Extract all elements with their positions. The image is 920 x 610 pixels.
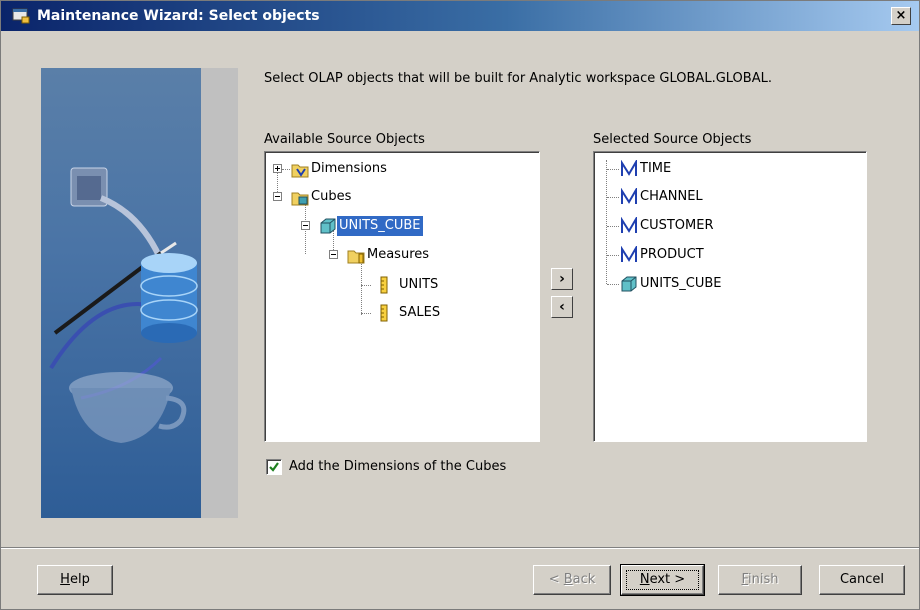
add-selected-button[interactable]: › (551, 268, 573, 290)
selected-objects-label: Selected Source Objects (593, 132, 752, 147)
tree-item-label: UNITS_CUBE (336, 215, 424, 237)
dimension-icon (621, 217, 637, 233)
add-dimensions-checkbox[interactable] (266, 459, 282, 475)
instruction-text: Select OLAP objects that will be built f… (264, 71, 772, 86)
dimension-icon (621, 160, 637, 176)
close-button[interactable]: × (891, 7, 911, 25)
wizard-side-image (41, 68, 238, 518)
collapse-icon[interactable] (329, 250, 338, 259)
tree-item-label: Dimensions (311, 161, 387, 176)
cube-icon (320, 218, 336, 234)
available-objects-tree[interactable]: Dimensions Cubes UNITS_CUBE Measures UNI… (264, 151, 540, 442)
checkmark-icon (269, 462, 279, 472)
button-separator (1, 547, 919, 549)
tree-item-label: UNITS_CUBE (640, 276, 722, 291)
collapse-icon[interactable] (273, 192, 282, 201)
selected-item-customer[interactable]: CUSTOMER (598, 215, 818, 237)
measures-folder-icon (347, 250, 365, 264)
wizard-app-icon (12, 8, 30, 24)
cubes-folder-icon (291, 192, 309, 206)
tree-item-sales[interactable]: SALES (371, 302, 521, 324)
tree-item-label: Measures (367, 247, 430, 262)
measure-icon (380, 304, 388, 322)
selected-item-channel[interactable]: CHANNEL (598, 186, 818, 208)
back-button[interactable]: < Back (533, 565, 611, 595)
dimension-icon (621, 246, 637, 262)
cube-icon (621, 276, 637, 292)
tree-item-cubes[interactable]: Cubes (269, 186, 469, 208)
finish-button[interactable]: Finish (718, 565, 802, 595)
tree-item-units[interactable]: UNITS (371, 274, 521, 296)
cancel-button[interactable]: Cancel (819, 565, 905, 595)
add-dimensions-label[interactable]: Add the Dimensions of the Cubes (289, 459, 506, 474)
selected-item-units-cube[interactable]: UNITS_CUBE (598, 273, 818, 295)
tree-item-units-cube[interactable]: UNITS_CUBE (297, 215, 497, 237)
available-objects-label: Available Source Objects (264, 132, 425, 147)
tree-item-label: PRODUCT (640, 247, 704, 262)
selected-objects-tree[interactable]: TIME CHANNEL CUSTOMER PRODUCT UNITS_CUBE (593, 151, 867, 442)
dimensions-folder-icon (291, 164, 309, 178)
tree-item-label: CHANNEL (640, 189, 703, 204)
dimension-icon (621, 188, 637, 204)
measure-icon (380, 276, 388, 294)
selected-item-product[interactable]: PRODUCT (598, 244, 818, 266)
collapse-icon[interactable] (301, 221, 310, 230)
expand-icon[interactable] (273, 164, 282, 173)
tree-item-label: UNITS (399, 277, 439, 292)
tree-item-label: CUSTOMER (640, 218, 714, 233)
tree-item-measures[interactable]: Measures (325, 244, 525, 266)
tree-item-dimensions[interactable]: Dimensions (269, 158, 469, 180)
remove-selected-button[interactable]: ‹ (551, 296, 573, 318)
database-graphic (140, 253, 198, 343)
title-bar[interactable]: Maintenance Wizard: Select objects × (1, 1, 919, 31)
tree-item-label: TIME (640, 161, 672, 176)
help-button[interactable]: Help (37, 565, 113, 595)
cup-graphic (69, 372, 187, 443)
tree-item-label: Cubes (311, 189, 352, 204)
maintenance-wizard-dialog: Maintenance Wizard: Select objects × Sel… (0, 0, 920, 610)
tree-item-label: SALES (399, 305, 441, 320)
next-button[interactable]: Next > (620, 564, 705, 596)
selected-item-time[interactable]: TIME (598, 158, 818, 180)
window-title: Maintenance Wizard: Select objects (37, 8, 320, 24)
